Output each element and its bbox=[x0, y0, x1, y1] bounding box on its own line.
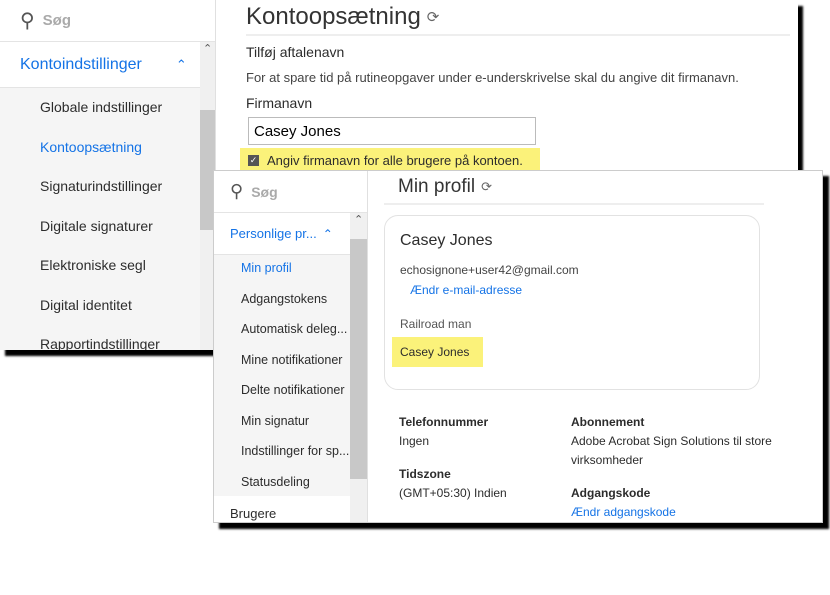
phone-label: Telefonnummer bbox=[399, 415, 489, 429]
profile-title: Railroad man bbox=[400, 317, 472, 331]
sidebar-item[interactable]: Min profil bbox=[241, 261, 292, 275]
group-brugere[interactable]: Brugere bbox=[214, 496, 350, 522]
search-box[interactable]: ⚲ Søg bbox=[214, 171, 367, 213]
sidebar-item[interactable]: Indstillinger for sp... bbox=[241, 444, 349, 458]
sidebar-item[interactable]: Mine notifikationer bbox=[241, 353, 342, 367]
change-email-link[interactable]: Ændr e-mail-adresse bbox=[410, 283, 759, 297]
refresh-icon[interactable]: ⟳ bbox=[427, 8, 440, 26]
group-personlige[interactable]: Personlige pr... ⌃ bbox=[214, 213, 350, 255]
chevron-up-icon: ⌃ bbox=[322, 226, 333, 241]
field-label: Firmanavn bbox=[246, 95, 313, 111]
timezone-label: Tidszone bbox=[399, 467, 451, 481]
main-content: Kontoopsætning ⟳ Tilføj aftalenavn For a… bbox=[240, 0, 790, 172]
change-password-link[interactable]: Ændr adgangskode bbox=[571, 503, 776, 522]
checkbox-checked-icon[interactable]: ✓ bbox=[248, 154, 259, 166]
my-profile-window: ⚲ Søg Personlige pr... ⌃ Min profil Adgan… bbox=[213, 170, 823, 523]
sidebar-item[interactable]: Digital identitet bbox=[40, 297, 132, 313]
scroll-up-icon: ⌃ bbox=[203, 43, 213, 55]
sidebar-item[interactable]: Delte notifikationer bbox=[241, 383, 345, 397]
scrollbar[interactable]: ⌃ bbox=[350, 213, 367, 522]
scroll-up-icon: ⌃ bbox=[354, 214, 364, 226]
section-title: Tilføj aftalenavn bbox=[246, 44, 345, 60]
sidebar-item[interactable]: Kontoopsætning bbox=[40, 139, 142, 155]
main-content: Min profil ⟳ Casey Jones echosignone+use… bbox=[384, 171, 772, 519]
sidebar-item[interactable]: Min signatur bbox=[241, 414, 309, 428]
sidebar-item[interactable]: Adgangstokens bbox=[241, 292, 327, 306]
sidebar-item[interactable]: Rapportindstillinger bbox=[40, 336, 160, 350]
sidebar-item[interactable]: Elektroniske segl bbox=[40, 257, 146, 273]
page-title: Min profil bbox=[398, 176, 476, 197]
sidebar-item[interactable]: Signaturindstillinger bbox=[40, 178, 162, 194]
company-name-input[interactable] bbox=[248, 117, 536, 145]
profile-email: echosignone+user42@gmail.com bbox=[400, 263, 579, 277]
profile-card: Casey Jones echosignone+user42@gmail.com… bbox=[384, 215, 760, 390]
search-icon: ⚲ bbox=[20, 10, 35, 32]
profile-company: Casey Jones bbox=[392, 337, 483, 367]
sidebar: ⚲ Søg Personlige pr... ⌃ Min profil Adgan… bbox=[214, 171, 368, 522]
apply-all-checkbox-row[interactable]: ✓ Angiv firmanavn for alle brugere på ko… bbox=[240, 148, 540, 172]
phone-value: Ingen bbox=[399, 434, 430, 448]
section-description: For at spare tid på rutineopgaver under … bbox=[246, 70, 739, 85]
refresh-icon[interactable]: ⟳ bbox=[481, 179, 492, 195]
subscription-value: Adobe Acrobat Sign Solutions til store v… bbox=[571, 434, 772, 467]
password-label: Adgangskode bbox=[571, 486, 651, 500]
search-box[interactable]: ⚲ Søg bbox=[0, 0, 215, 42]
page-title: Kontoopsætning bbox=[246, 3, 421, 30]
sidebar: ⚲ Søg Kontoindstillinger ⌃ Globale indst… bbox=[0, 0, 216, 350]
subscription-label: Abonnement bbox=[571, 415, 645, 429]
sidebar-item[interactable]: Digitale signaturer bbox=[40, 218, 153, 234]
group-kontoindstillinger[interactable]: Kontoindstillinger ⌃ bbox=[0, 42, 200, 88]
chevron-up-icon: ⌃ bbox=[175, 56, 187, 72]
search-icon: ⚲ bbox=[230, 181, 244, 201]
profile-name: Casey Jones bbox=[400, 232, 493, 249]
sidebar-item[interactable]: Globale indstillinger bbox=[40, 99, 162, 115]
sidebar-item[interactable]: Automatisk deleg... bbox=[241, 322, 347, 336]
timezone-value: (GMT+05:30) Indien bbox=[399, 486, 507, 500]
sidebar-item[interactable]: Statusdeling bbox=[241, 475, 310, 489]
